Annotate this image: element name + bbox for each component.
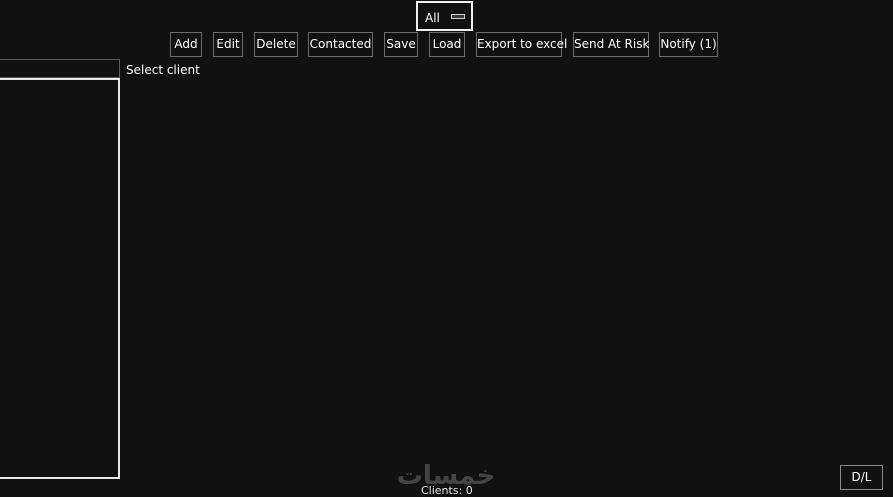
send-at-risk-button[interactable]: Send At Risk <box>573 32 649 57</box>
load-button[interactable]: Load <box>429 32 465 57</box>
add-button[interactable]: Add <box>170 32 202 57</box>
notify-button[interactable]: Notify (1) <box>659 32 718 57</box>
save-button[interactable]: Save <box>384 32 418 57</box>
edit-button[interactable]: Edit <box>213 32 243 57</box>
delete-button[interactable]: Delete <box>254 32 298 57</box>
dl-button[interactable]: D/L <box>840 465 883 490</box>
clients-count: Clients: 0 <box>421 484 473 497</box>
client-list[interactable] <box>0 78 120 479</box>
export-to-excel-button[interactable]: Export to excel <box>476 32 567 57</box>
filter-selected-value: All <box>425 11 440 25</box>
contacted-button[interactable]: Contacted <box>308 32 373 57</box>
dropdown-toggle-icon[interactable] <box>451 14 465 19</box>
client-list-header <box>0 59 120 78</box>
select-client-label: Select client <box>126 63 200 77</box>
filter-dropdown[interactable]: All <box>416 1 473 31</box>
